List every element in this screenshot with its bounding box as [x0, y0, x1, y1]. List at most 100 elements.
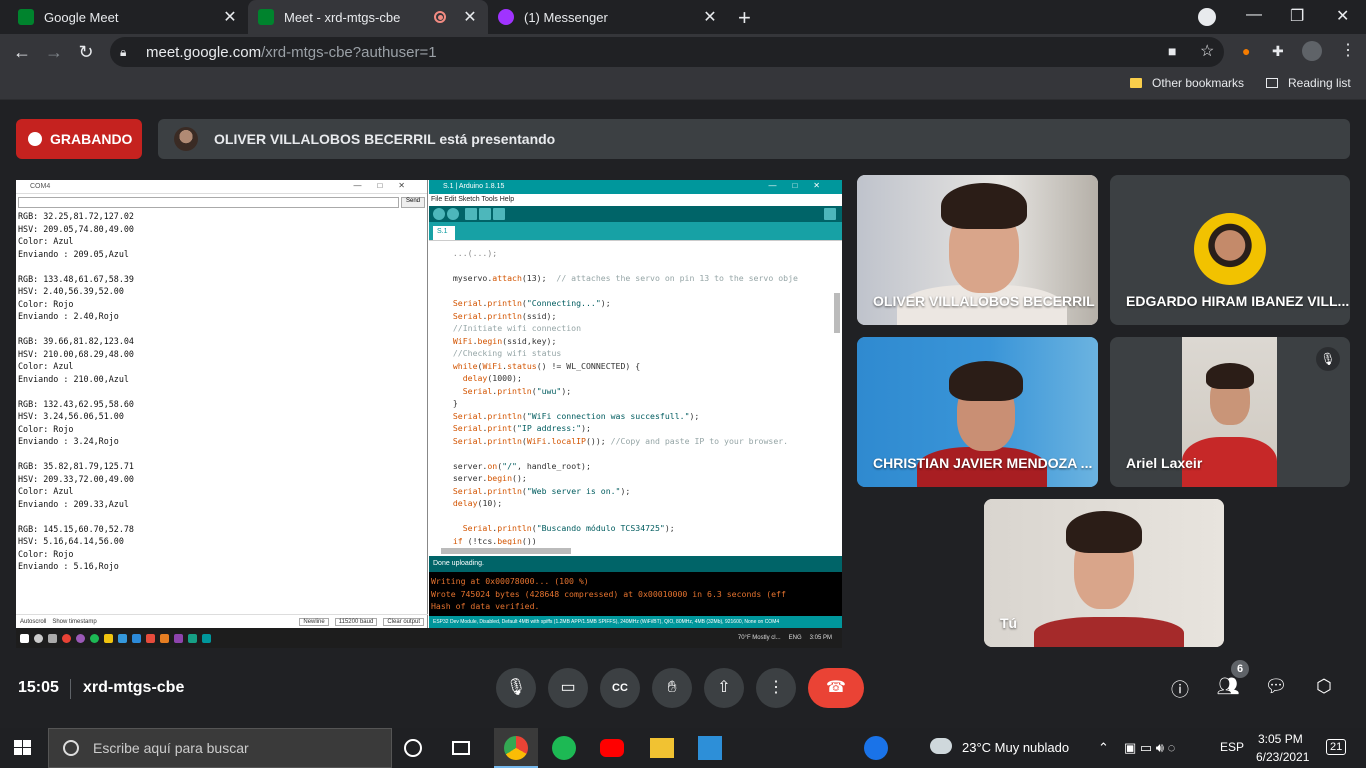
participant-tile[interactable]: EDGARDO HIRAM IBANEZ VILL...	[1110, 175, 1350, 325]
taskbar-search[interactable]: Escribe aquí para buscar	[48, 728, 392, 768]
timestamp-checkbox: Show timestamp	[52, 618, 97, 625]
shared-tray: 70°F Mostly cl... ENG 3:05 PM	[738, 635, 832, 641]
chevron-up-icon[interactable]: ⌃	[1098, 740, 1109, 756]
ide-tab-sketch: S.1	[433, 226, 455, 240]
app-icon	[118, 633, 127, 643]
close-window-icon[interactable]: ✕	[1336, 6, 1349, 26]
lock-icon[interactable]: 🔒︎	[120, 45, 134, 60]
youtube-icon[interactable]	[600, 739, 624, 757]
input-language[interactable]: ESP	[1220, 740, 1244, 754]
people-icon[interactable]: 👥︎	[1216, 676, 1240, 697]
self-view-tile[interactable]: Tú	[984, 499, 1224, 647]
url-path: /xrd-mtgs-cbe?authuser=1	[261, 43, 437, 61]
present-button[interactable]: ⇧	[704, 668, 744, 708]
tab-title: Google Meet	[44, 9, 119, 25]
address-bar[interactable]: 🔒︎ meet.google.com /xrd-mtgs-cbe?authuse…	[110, 37, 1224, 67]
browser-toolbar: ← → ↻ 🔒︎ meet.google.com /xrd-mtgs-cbe?a…	[0, 34, 1366, 70]
close-tab-icon[interactable]: ✕	[222, 7, 238, 27]
serial-output: RGB: 32.25,81.72,127.02 HSV: 209.05,74.8…	[18, 211, 134, 571]
new-tab-icon[interactable]: +	[738, 5, 751, 31]
clear-output-button: Clear output	[383, 617, 424, 626]
verify-icon	[433, 208, 445, 220]
microphone-button[interactable]: 🎙︎	[496, 668, 536, 708]
recording-badge[interactable]: GRABANDO	[16, 119, 142, 159]
leave-call-button[interactable]: ☎︎	[808, 668, 864, 708]
other-bookmarks-label: Other bookmarks	[1152, 76, 1245, 90]
participant-tile[interactable]: OLIVER VILLALOBOS BECERRIL	[857, 175, 1098, 325]
ide-status-text: Done uploading.	[429, 556, 842, 572]
ide-toolbar	[429, 206, 842, 222]
console-output: Writing at 0x00078000... (100 %) Wrote 7…	[431, 576, 786, 611]
help-icon[interactable]	[864, 736, 888, 760]
windows-start-icon[interactable]	[14, 740, 32, 756]
serial-footer: Autoscroll Show timestamp Newline 115200…	[16, 614, 428, 628]
meet-favicon-icon	[18, 9, 34, 25]
meeting-code[interactable]: xrd-mtgs-cbe	[83, 679, 184, 697]
shared-screen: COM4 —□✕ Send RGB: 32.25,81.72,127.02 HS…	[16, 180, 842, 648]
shared-windows-taskbar: 70°F Mostly cl... ENG 3:05 PM	[16, 628, 842, 648]
chrome-taskbar-button[interactable]	[494, 728, 538, 768]
file-explorer-icon[interactable]	[650, 738, 674, 758]
profile-avatar[interactable]	[1302, 41, 1322, 61]
recording-indicator-icon	[434, 11, 446, 23]
back-icon[interactable]: ←	[10, 40, 34, 64]
open-sketch-icon	[479, 208, 491, 220]
clock-time[interactable]: 3:05 PM	[1258, 732, 1303, 746]
extension-fire-icon[interactable]: ●	[1242, 43, 1250, 59]
camera-button[interactable]: ▭	[548, 668, 588, 708]
raise-hand-button[interactable]: ✋︎	[652, 668, 692, 708]
windows-taskbar: Escribe aquí para buscar 23°C Muy nublad…	[0, 728, 1366, 768]
chrome-icon	[62, 633, 71, 643]
close-tab-icon[interactable]: ✕	[462, 7, 478, 27]
tray-icons[interactable]: ▣ ▭ 🔊︎ ◌	[1124, 740, 1175, 756]
minimize-icon[interactable]: —	[1246, 6, 1262, 24]
vscode-icon[interactable]	[698, 736, 722, 760]
start-icon	[20, 633, 29, 643]
divider	[70, 679, 71, 699]
meeting-details-icon[interactable]: ⓘ	[1168, 676, 1192, 702]
reload-icon[interactable]: ↻	[74, 40, 98, 64]
more-options-button[interactable]: ⋮	[756, 668, 796, 708]
camera-in-use-icon[interactable]: ■	[1168, 43, 1176, 59]
chat-icon[interactable]: 💬︎	[1264, 676, 1288, 697]
clock-date[interactable]: 6/23/2021	[1256, 750, 1309, 764]
weather-text[interactable]: 23°C Muy nublado	[962, 740, 1069, 755]
hand-icon: ✋︎	[667, 679, 677, 696]
tab-search-icon[interactable]	[1198, 8, 1216, 26]
forward-icon[interactable]: →	[42, 40, 66, 64]
spotify-icon	[90, 633, 99, 643]
menu-kebab-icon[interactable]: ⋮	[1340, 40, 1356, 60]
reading-list[interactable]: Reading list	[1266, 76, 1351, 90]
close-tab-icon[interactable]: ✕	[702, 7, 718, 27]
participant-tile[interactable]: CHRISTIAN JAVIER MENDOZA ...	[857, 337, 1098, 487]
other-bookmarks[interactable]: Other bookmarks	[1130, 76, 1244, 90]
serial-window-controls: —□✕	[353, 181, 421, 190]
restore-icon[interactable]: ❐	[1290, 6, 1304, 26]
code-text: ...(...); myservo.attach(13); // attache…	[443, 248, 798, 545]
captions-button[interactable]: CC	[600, 668, 640, 708]
extensions-puzzle-icon[interactable]: ✚	[1272, 43, 1284, 60]
tab-messenger[interactable]: (1) Messenger ✕	[488, 0, 728, 34]
bookmarks-bar: Other bookmarks Reading list	[0, 70, 1366, 100]
cortana-icon[interactable]	[404, 739, 422, 757]
notification-center[interactable]: 21	[1326, 739, 1347, 755]
app-icon	[76, 633, 85, 643]
bookmark-star-icon[interactable]: ☆	[1200, 41, 1214, 61]
serial-title-bar: COM4 —□✕	[16, 180, 427, 194]
self-video	[984, 499, 1224, 647]
ide-title: S.1 | Arduino 1.8.15	[443, 183, 505, 190]
tab-google-meet[interactable]: Google Meet ✕	[8, 0, 248, 34]
meet-favicon-icon	[258, 9, 274, 25]
arduino-ide-window: S.1 | Arduino 1.8.15 —□✕ File Edit Sketc…	[429, 180, 842, 628]
shared-weather: 70°F Mostly cl...	[737, 635, 781, 641]
tab-title: Meet - xrd-mtgs-cbe	[284, 9, 401, 25]
activities-icon[interactable]: ⬡	[1312, 676, 1336, 697]
ide-title-bar: S.1 | Arduino 1.8.15 —□✕	[429, 180, 842, 194]
app-icon	[146, 633, 155, 643]
tab-meet-active[interactable]: Meet - xrd-mtgs-cbe ✕	[248, 0, 488, 34]
spotify-icon[interactable]	[552, 736, 576, 760]
task-view-icon[interactable]	[452, 741, 470, 755]
arduino-icon	[202, 633, 211, 643]
participant-tile[interactable]: 🎙︎ Ariel Laxeir	[1110, 337, 1350, 487]
ide-code-editor: ...(...); myservo.attach(13); // attache…	[429, 240, 842, 556]
